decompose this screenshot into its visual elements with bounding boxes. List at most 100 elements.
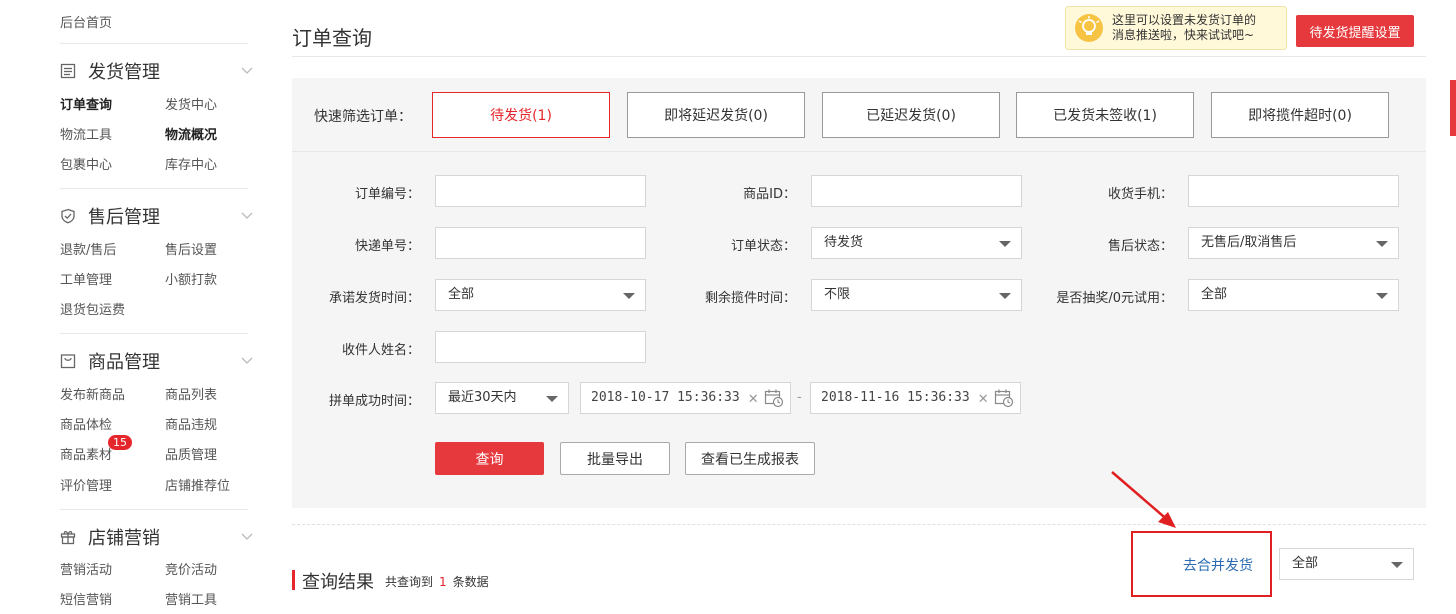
sidebar-item-order-query[interactable]: 订单查询 [60, 94, 112, 113]
notification-tip: 这里可以设置未发货订单的 消息推送啦，快来试试吧~ [1065, 6, 1287, 50]
end-date-input[interactable]: 2018-11-16 15:36:33 ✕ [810, 382, 1021, 414]
count-suffix: 条数据 [452, 575, 489, 589]
remain-time-select[interactable]: 不限 [811, 279, 1022, 311]
aftersale-status-label: 售后状态： [1107, 239, 1173, 254]
clear-icon[interactable]: ✕ [978, 390, 988, 406]
express-no-label: 快递单号： [354, 239, 420, 254]
main-content: 订单查询 这里可以设置未发货订单的 消息推送啦，快来试试吧~ 待发货提醒设置 快… [270, 0, 1456, 614]
calendar-icon[interactable] [764, 388, 784, 408]
count-badge: 15 [108, 435, 132, 450]
order-no-input[interactable] [435, 175, 646, 207]
ship-reminder-settings-button[interactable]: 待发货提醒设置 [1296, 15, 1414, 47]
aftersale-status-select[interactable]: 无售后/取消售后 [1188, 227, 1399, 259]
sidebar-item-shop-recommend[interactable]: 店铺推荐位 [165, 475, 230, 494]
sidebar-item-goods-check[interactable]: 商品体检 [60, 414, 112, 433]
sidebar-item-package-center[interactable]: 包裹中心 [60, 154, 112, 173]
sidebar-item-bidding[interactable]: 竞价活动 [165, 559, 217, 578]
lottery-label: 是否抽奖/0元试用： [1056, 291, 1173, 306]
quick-filter-row: 快速筛选订单： 待发货(1) 即将延迟发货(0) 已延迟发货(0) 已发货未签收… [292, 78, 1426, 152]
remain-time-label: 剩余揽件时间： [704, 291, 796, 306]
results-filter-select[interactable]: 全部 [1279, 548, 1414, 580]
select-value: 全部 [1292, 556, 1319, 571]
goods-id-input[interactable] [811, 175, 1022, 207]
order-status-select[interactable]: 待发货 [811, 227, 1022, 259]
sidebar-item-return-shipping[interactable]: 退货包运费 [60, 299, 125, 318]
sidebar-group-marketing[interactable]: 店铺营销 [60, 524, 160, 550]
quick-filter-label: 快速筛选订单： [314, 109, 412, 125]
bag-icon [60, 353, 76, 369]
query-button[interactable]: 查询 [435, 442, 544, 475]
count-prefix: 共查询到 [385, 575, 434, 589]
date-value: 2018-11-16 15:36:33 [821, 390, 970, 405]
sidebar-item-quality[interactable]: 品质管理 [165, 444, 217, 463]
sidebar-item-logistics-overview[interactable]: 物流概况 [165, 124, 217, 143]
chevron-down-icon[interactable] [240, 63, 254, 77]
quick-filter-unsigned[interactable]: 已发货未签收(1) [1016, 92, 1194, 138]
sidebar-item-ticket[interactable]: 工单管理 [60, 269, 112, 288]
start-date-input[interactable]: 2018-10-17 15:36:33 ✕ [580, 382, 791, 414]
dropdown-arrow-icon [1376, 293, 1388, 299]
quick-filter-soon-delayed[interactable]: 即将延迟发货(0) [627, 92, 805, 138]
view-reports-button[interactable]: 查看已生成报表 [685, 442, 815, 475]
divider [60, 509, 248, 510]
promise-time-select[interactable]: 全部 [435, 279, 646, 311]
express-no-input[interactable] [435, 227, 646, 259]
lightbulb-icon [1075, 14, 1103, 42]
sidebar-item-reviews[interactable]: 评价管理 [60, 475, 112, 494]
divider [292, 56, 1426, 57]
select-value: 不限 [824, 287, 851, 302]
sidebar: 后台首页 发货管理 订单查询 发货中心 物流工具 物流概况 包裹中心 库存中心 … [0, 0, 270, 614]
dropdown-arrow-icon [1376, 241, 1388, 247]
merge-shipping-link[interactable]: 去合并发货 [1183, 555, 1253, 575]
sidebar-group-aftersale[interactable]: 售后管理 [60, 203, 160, 229]
chevron-down-icon[interactable] [240, 353, 254, 367]
sidebar-item-sms-marketing[interactable]: 短信营销 [60, 589, 112, 608]
tip-line: 消息推送啦，快来试试吧~ [1112, 28, 1255, 42]
sidebar-item-logistics-tools[interactable]: 物流工具 [60, 124, 112, 143]
list-doc-icon [60, 63, 76, 79]
clear-icon[interactable]: ✕ [748, 390, 758, 406]
side-float-tab[interactable] [1450, 80, 1456, 136]
group-time-range-select[interactable]: 最近30天内 [435, 382, 569, 414]
chevron-down-icon[interactable] [240, 529, 254, 543]
sidebar-item-aftersale-settings[interactable]: 售后设置 [165, 239, 217, 258]
sidebar-group-shipping[interactable]: 发货管理 [60, 58, 160, 84]
sidebar-item-refund[interactable]: 退款/售后 [60, 239, 116, 258]
sidebar-item-goods-list[interactable]: 商品列表 [165, 384, 217, 403]
select-value: 全部 [448, 287, 475, 302]
quick-filter-delayed[interactable]: 已延迟发货(0) [822, 92, 1000, 138]
quick-filter-pending[interactable]: 待发货(1) [432, 92, 610, 138]
sidebar-item-goods-violation[interactable]: 商品违规 [165, 414, 217, 433]
group-time-label: 拼单成功时间： [328, 394, 420, 409]
sidebar-item-goods-material[interactable]: 商品素材 15 [60, 435, 132, 463]
sidebar-item-home[interactable]: 后台首页 [60, 12, 112, 31]
dropdown-arrow-icon [999, 293, 1011, 299]
phone-input[interactable] [1188, 175, 1399, 207]
receiver-name-input[interactable] [435, 331, 646, 363]
order-status-label: 订单状态： [730, 239, 796, 254]
date-value: 2018-10-17 15:36:33 [591, 390, 740, 405]
batch-export-button[interactable]: 批量导出 [560, 442, 670, 475]
sidebar-group-goods[interactable]: 商品管理 [60, 348, 160, 374]
dropdown-arrow-icon [623, 293, 635, 299]
quick-filter-pickup-timeout[interactable]: 即将揽件超时(0) [1211, 92, 1389, 138]
dropdown-arrow-icon [999, 241, 1011, 247]
sidebar-panel: 后台首页 发货管理 订单查询 发货中心 物流工具 物流概况 包裹中心 库存中心 … [40, 0, 270, 614]
promise-time-label: 承诺发货时间： [328, 291, 420, 306]
count-number: 1 [439, 575, 447, 589]
sidebar-item-inventory-center[interactable]: 库存中心 [165, 154, 217, 173]
page-title: 订单查询 [292, 26, 372, 50]
sidebar-group-label: 售后管理 [88, 207, 160, 228]
lottery-select[interactable]: 全部 [1188, 279, 1399, 311]
select-value: 全部 [1201, 287, 1228, 302]
sidebar-item-publish-goods[interactable]: 发布新商品 [60, 384, 125, 403]
calendar-icon[interactable] [994, 388, 1014, 408]
sidebar-item-shipping-center[interactable]: 发货中心 [165, 94, 217, 113]
sidebar-group-label: 店铺营销 [88, 528, 160, 549]
sidebar-item-marketing-tools[interactable]: 营销工具 [165, 589, 217, 608]
dropdown-arrow-icon [546, 396, 558, 402]
sidebar-item-small-payment[interactable]: 小额打款 [165, 269, 217, 288]
sidebar-item-campaigns[interactable]: 营销活动 [60, 559, 112, 578]
chevron-down-icon[interactable] [240, 208, 254, 222]
divider [60, 333, 248, 334]
